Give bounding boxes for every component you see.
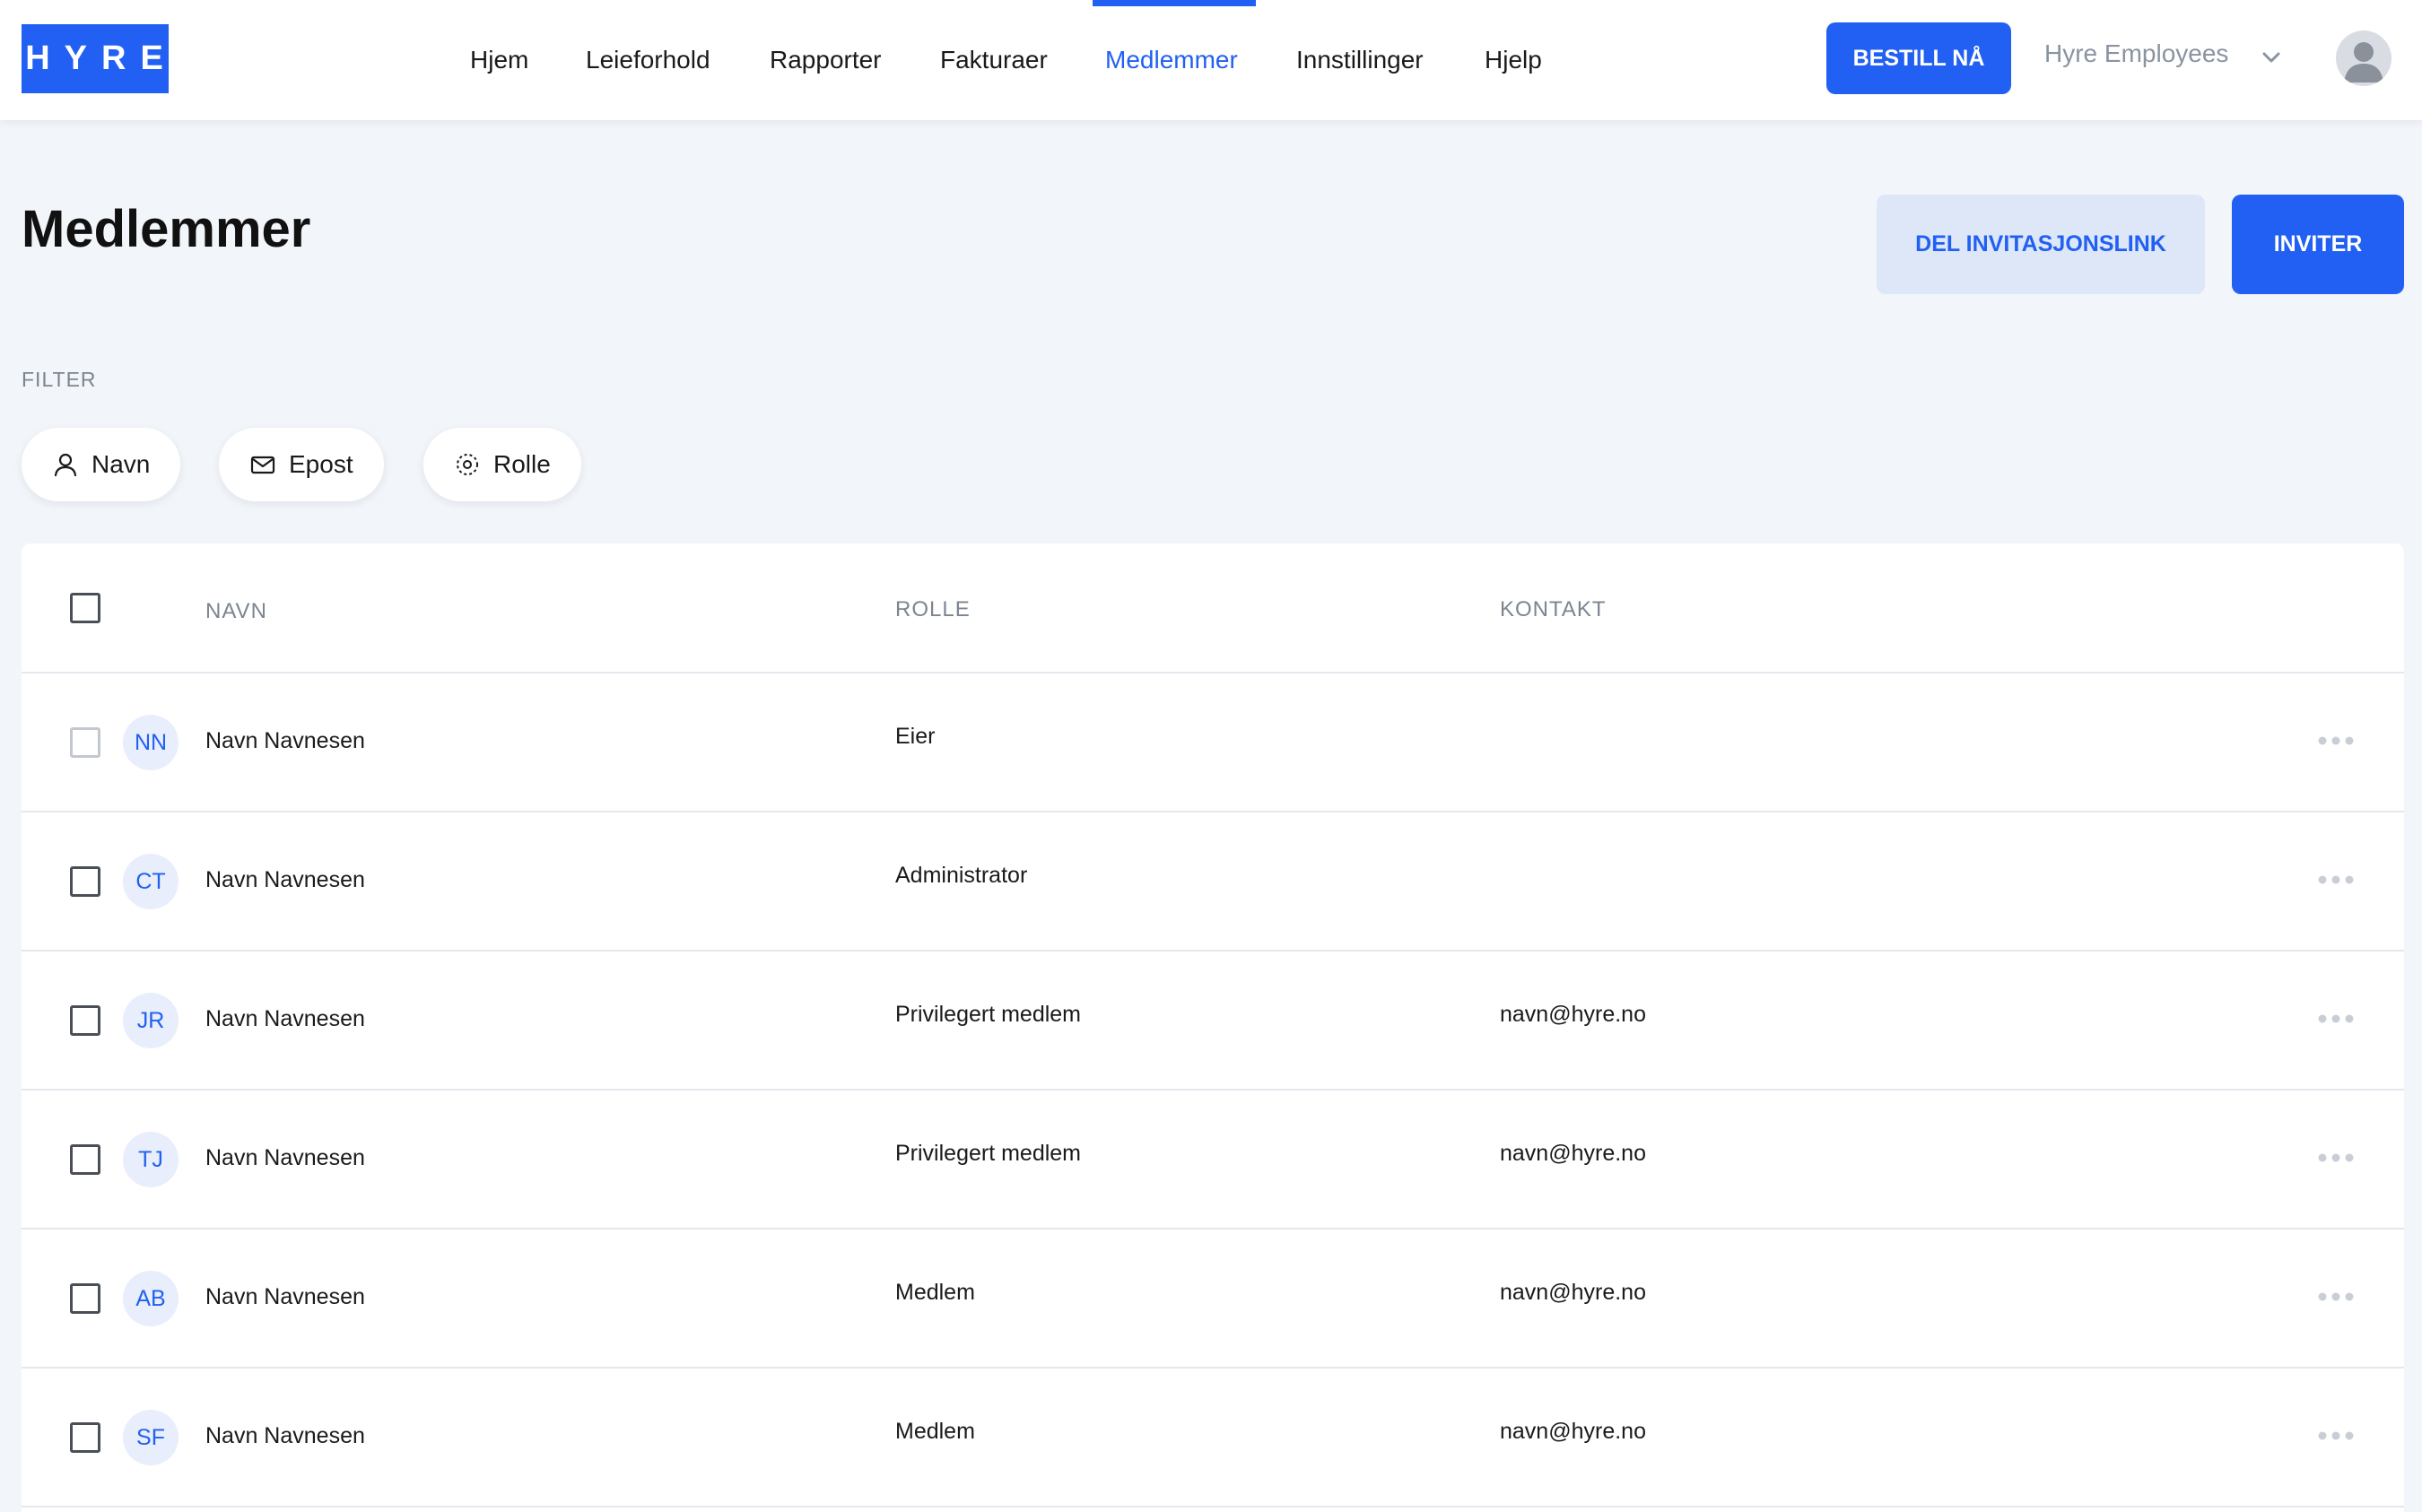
filter-chip-label: Navn — [91, 450, 151, 478]
table-header: NAVN ROLLE KONTAKT — [22, 543, 2404, 673]
more-options-icon[interactable] — [2316, 1290, 2356, 1303]
nav-item-leieforhold[interactable]: Leieforhold — [586, 0, 710, 120]
person-icon — [54, 453, 77, 477]
member-role: Privilegert medlem — [895, 1002, 1082, 1027]
top-navbar: HYRE Hjem Leieforhold Rapporter Fakturae… — [0, 0, 2422, 120]
avatar-initials: CT — [123, 854, 179, 909]
filter-chip-label: Rolle — [493, 450, 551, 478]
column-header-rolle[interactable]: ROLLE — [895, 597, 971, 622]
more-options-icon[interactable] — [2316, 873, 2356, 886]
column-header-kontakt[interactable]: KONTAKT — [1500, 597, 1607, 622]
avatar-initials: JR — [123, 993, 179, 1048]
share-invite-link-button[interactable]: DEL INVITASJONSLINK — [1877, 195, 2205, 294]
filter-chip-navn[interactable]: Navn — [22, 428, 181, 501]
row-checkbox[interactable] — [70, 1422, 100, 1453]
member-name: Navn Navnesen — [205, 1145, 365, 1170]
more-options-icon[interactable] — [2316, 734, 2356, 747]
member-role: Eier — [895, 724, 936, 749]
nav-item-hjem[interactable]: Hjem — [470, 0, 528, 120]
member-contact: navn@hyre.no — [1500, 1002, 1646, 1027]
filter-chip-epost[interactable]: Epost — [219, 428, 384, 501]
avatar-initials: AB — [123, 1271, 179, 1326]
avatar-initials: SF — [123, 1410, 179, 1465]
user-silhouette-icon — [2344, 42, 2383, 83]
row-checkbox — [70, 727, 100, 758]
table-row[interactable]: AB Navn Navnesen Medlem navn@hyre.no — [22, 1230, 2404, 1369]
company-selector[interactable]: Hyre Employees — [2044, 39, 2228, 68]
order-now-button[interactable]: BESTILL NÅ — [1826, 22, 2011, 94]
member-role: Administrator — [895, 863, 1028, 888]
member-name: Navn Navnesen — [205, 1423, 365, 1448]
nav-item-fakturaer[interactable]: Fakturaer — [940, 0, 1048, 120]
member-name: Navn Navnesen — [205, 1006, 365, 1031]
role-icon — [457, 454, 478, 475]
nav-item-hjelp[interactable]: Hjelp — [1485, 0, 1542, 120]
page-title: Medlemmer — [22, 200, 311, 258]
member-role: Medlem — [895, 1280, 975, 1305]
column-header-navn[interactable]: NAVN — [205, 599, 267, 624]
invite-button[interactable]: INVITER — [2232, 195, 2404, 294]
filter-chip-rolle[interactable]: Rolle — [423, 428, 581, 501]
filter-chip-label: Epost — [289, 450, 353, 478]
chevron-down-icon[interactable] — [2259, 45, 2284, 70]
row-checkbox[interactable] — [70, 866, 100, 897]
member-role: Privilegert medlem — [895, 1141, 1082, 1166]
nav-item-innstillinger[interactable]: Innstillinger — [1296, 0, 1424, 120]
nav-item-rapporter[interactable]: Rapporter — [770, 0, 882, 120]
member-role: Medlem — [895, 1419, 975, 1444]
table-row[interactable]: NN Navn Navnesen Eier — [22, 673, 2404, 812]
row-checkbox[interactable] — [70, 1283, 100, 1314]
select-all-checkbox[interactable] — [70, 593, 100, 623]
envelope-icon — [250, 456, 275, 474]
avatar-initials: NN — [123, 715, 179, 770]
member-name: Navn Navnesen — [205, 1284, 365, 1309]
avatar-initials: TJ — [123, 1132, 179, 1187]
member-name: Navn Navnesen — [205, 867, 365, 892]
table-row[interactable]: JR Navn Navnesen Privilegert medlem navn… — [22, 952, 2404, 1091]
filter-label: FILTER — [22, 368, 97, 391]
row-checkbox[interactable] — [70, 1144, 100, 1175]
member-contact: navn@hyre.no — [1500, 1280, 1646, 1305]
member-name: Navn Navnesen — [205, 728, 365, 753]
member-contact: navn@hyre.no — [1500, 1419, 1646, 1444]
hyre-logo[interactable]: HYRE — [22, 24, 169, 93]
table-row[interactable]: SF Navn Navnesen Medlem navn@hyre.no — [22, 1369, 2404, 1508]
user-avatar[interactable] — [2336, 30, 2392, 86]
more-options-icon[interactable] — [2316, 1012, 2356, 1025]
more-options-icon[interactable] — [2316, 1429, 2356, 1442]
nav-item-medlemmer[interactable]: Medlemmer — [1105, 0, 1238, 120]
more-options-icon[interactable] — [2316, 1151, 2356, 1164]
table-row[interactable]: TJ Navn Navnesen Privilegert medlem navn… — [22, 1091, 2404, 1230]
member-contact: navn@hyre.no — [1500, 1141, 1646, 1166]
table-row[interactable]: CT Navn Navnesen Administrator — [22, 812, 2404, 952]
members-table: NAVN ROLLE KONTAKT NN Navn Navnesen Eier… — [22, 543, 2404, 1512]
row-checkbox[interactable] — [70, 1005, 100, 1036]
